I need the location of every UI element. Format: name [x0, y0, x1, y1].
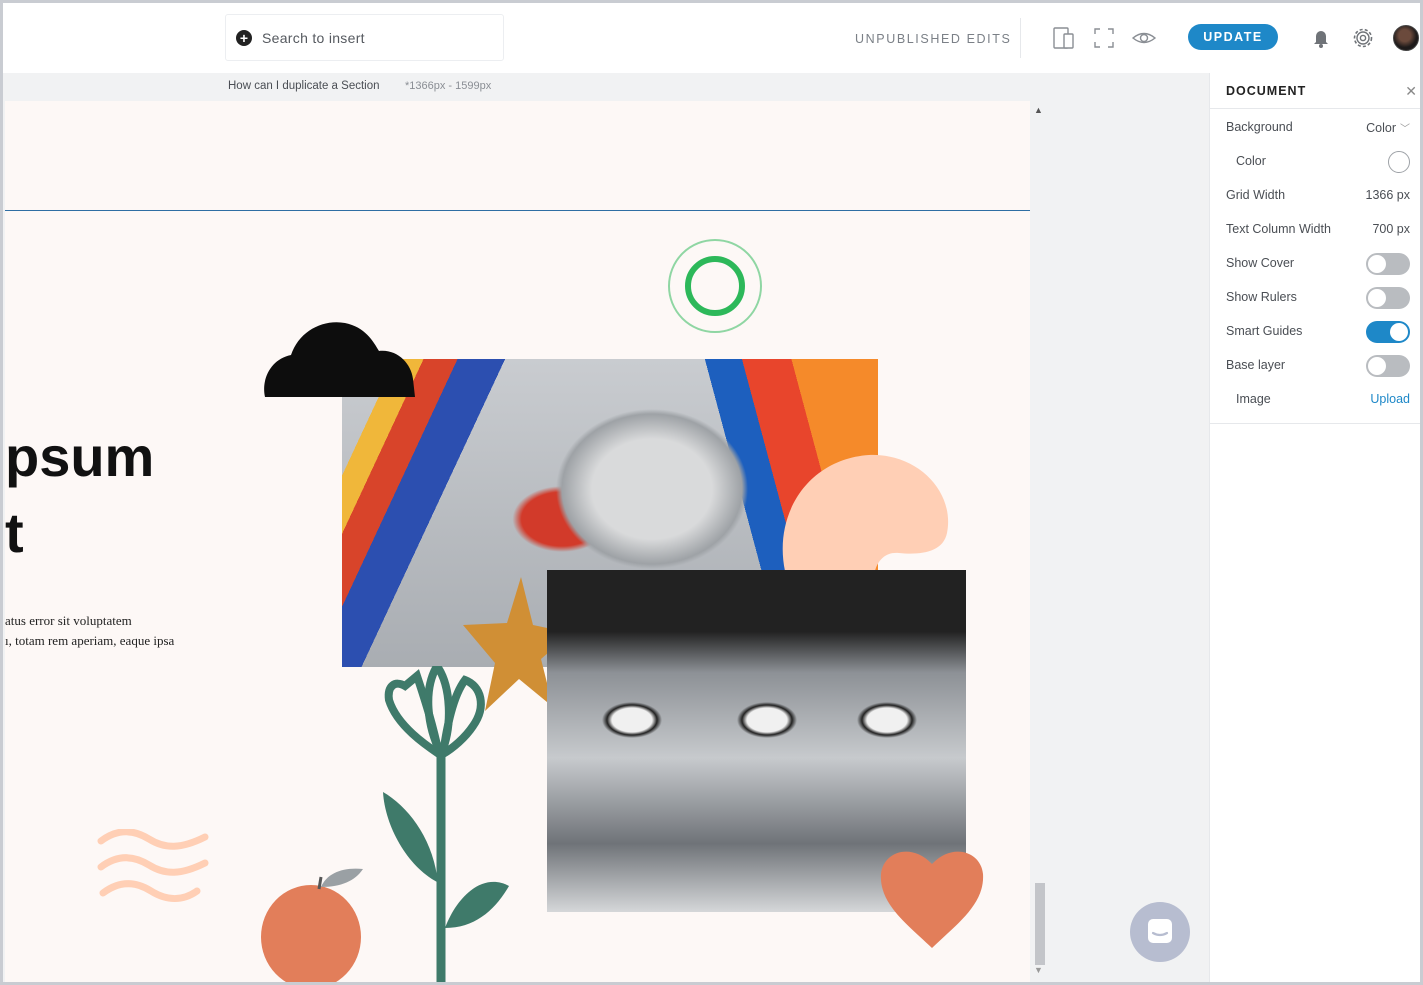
divider [1020, 18, 1021, 58]
base-layer-toggle[interactable] [1366, 355, 1410, 377]
page-title: How can I duplicate a Section [228, 80, 380, 92]
green-ring-shape[interactable] [665, 236, 765, 336]
background-select[interactable]: Color ﹀ [1366, 120, 1410, 135]
body-line-2: ı, totam rem aperiam, eaque ipsa [5, 633, 175, 648]
toggle-knob [1368, 255, 1386, 273]
text-column-width-label: Text Column Width [1226, 222, 1331, 236]
wave-lines-shape[interactable] [97, 829, 209, 911]
text-column-width-value[interactable]: 700 px [1372, 222, 1410, 236]
panel-header: DOCUMENT ✕ [1210, 73, 1420, 109]
image-label: Image [1236, 392, 1271, 406]
hero-body-text[interactable]: atus error sit voluptatem ı, totam rem a… [5, 611, 245, 651]
color-label: Color [1236, 154, 1266, 168]
smart-guides-row: Smart Guides [1210, 313, 1420, 347]
grid-width-label: Grid Width [1226, 188, 1286, 202]
search-placeholder: Search to insert [262, 29, 365, 46]
canvas-size: *1366px - 1599px [405, 80, 492, 92]
fullscreen-icon[interactable] [1091, 25, 1117, 51]
smart-guides-toggle[interactable] [1366, 321, 1410, 343]
search-insert-input[interactable]: + Search to insert [225, 14, 504, 61]
toggle-knob [1390, 323, 1408, 341]
divider [1210, 423, 1420, 424]
show-cover-row: Show Cover [1210, 245, 1420, 279]
smart-guides-label: Smart Guides [1226, 324, 1303, 338]
close-icon[interactable]: ✕ [1405, 73, 1418, 109]
breadcrumb: How can I duplicate a Section *1366px - … [3, 73, 1209, 101]
scroll-up-arrow[interactable]: ▲ [1034, 105, 1043, 115]
toggle-knob [1368, 357, 1386, 375]
hero-title-line1: psum [5, 425, 155, 488]
background-row[interactable]: Background Color ﹀ [1210, 109, 1420, 143]
hero-title[interactable]: psum t [5, 419, 154, 571]
update-button[interactable]: UPDATE [1188, 24, 1278, 50]
upload-link[interactable]: Upload [1370, 392, 1410, 406]
color-swatch[interactable] [1388, 151, 1410, 173]
text-column-width-row[interactable]: Text Column Width 700 px [1210, 211, 1420, 245]
plus-circle-icon: + [236, 29, 252, 46]
scroll-down-arrow[interactable]: ▼ [1034, 965, 1043, 975]
eye-icon[interactable] [1131, 25, 1157, 51]
show-cover-toggle[interactable] [1366, 253, 1410, 275]
gear-icon[interactable] [1350, 25, 1376, 51]
flower-shape[interactable] [377, 666, 517, 982]
background-value: Color [1366, 121, 1396, 135]
peach-blob-shape[interactable] [779, 453, 955, 571]
chevron-down-icon: ﹀ [1400, 124, 1410, 135]
grid-width-row[interactable]: Grid Width 1366 px [1210, 177, 1420, 211]
chat-icon [1148, 919, 1172, 943]
base-layer-label: Base layer [1226, 358, 1286, 372]
bell-icon[interactable] [1308, 25, 1334, 51]
black-cloud-shape[interactable] [261, 319, 417, 401]
canvas-scrollbar[interactable] [1032, 101, 1047, 982]
grid-width-value[interactable]: 1366 px [1366, 188, 1410, 202]
hero-title-line2: t [5, 501, 24, 564]
scrollbar-thumb[interactable] [1035, 883, 1045, 965]
show-rulers-row: Show Rulers [1210, 279, 1420, 313]
panel-title: DOCUMENT [1226, 84, 1307, 98]
show-rulers-toggle[interactable] [1366, 287, 1410, 309]
device-preview-icon[interactable] [1051, 25, 1077, 51]
show-rulers-label: Show Rulers [1226, 290, 1297, 304]
base-layer-row: Base layer [1210, 347, 1420, 381]
heart-shape[interactable] [877, 844, 987, 950]
chat-button[interactable] [1130, 902, 1190, 962]
body-line-1: atus error sit voluptatem [5, 613, 132, 628]
unpublished-status: UNPUBLISHED EDITS [855, 32, 1012, 46]
mural-face [522, 379, 782, 599]
show-cover-label: Show Cover [1226, 256, 1295, 270]
top-toolbar: + Search to insert UNPUBLISHED EDITS UPD… [3, 3, 1420, 73]
color-row[interactable]: Color [1210, 143, 1420, 177]
toggle-knob [1368, 289, 1386, 307]
user-avatar[interactable] [1393, 25, 1419, 51]
page-canvas[interactable]: psum t atus error sit voluptatem ı, tota… [5, 101, 1030, 982]
image-row: Image Upload [1210, 381, 1420, 415]
fruit-shape[interactable] [259, 865, 369, 982]
background-label: Background [1226, 120, 1293, 134]
document-panel: DOCUMENT ✕ Background Color ﹀ Color Grid … [1209, 73, 1420, 982]
section-divider [5, 210, 1030, 211]
